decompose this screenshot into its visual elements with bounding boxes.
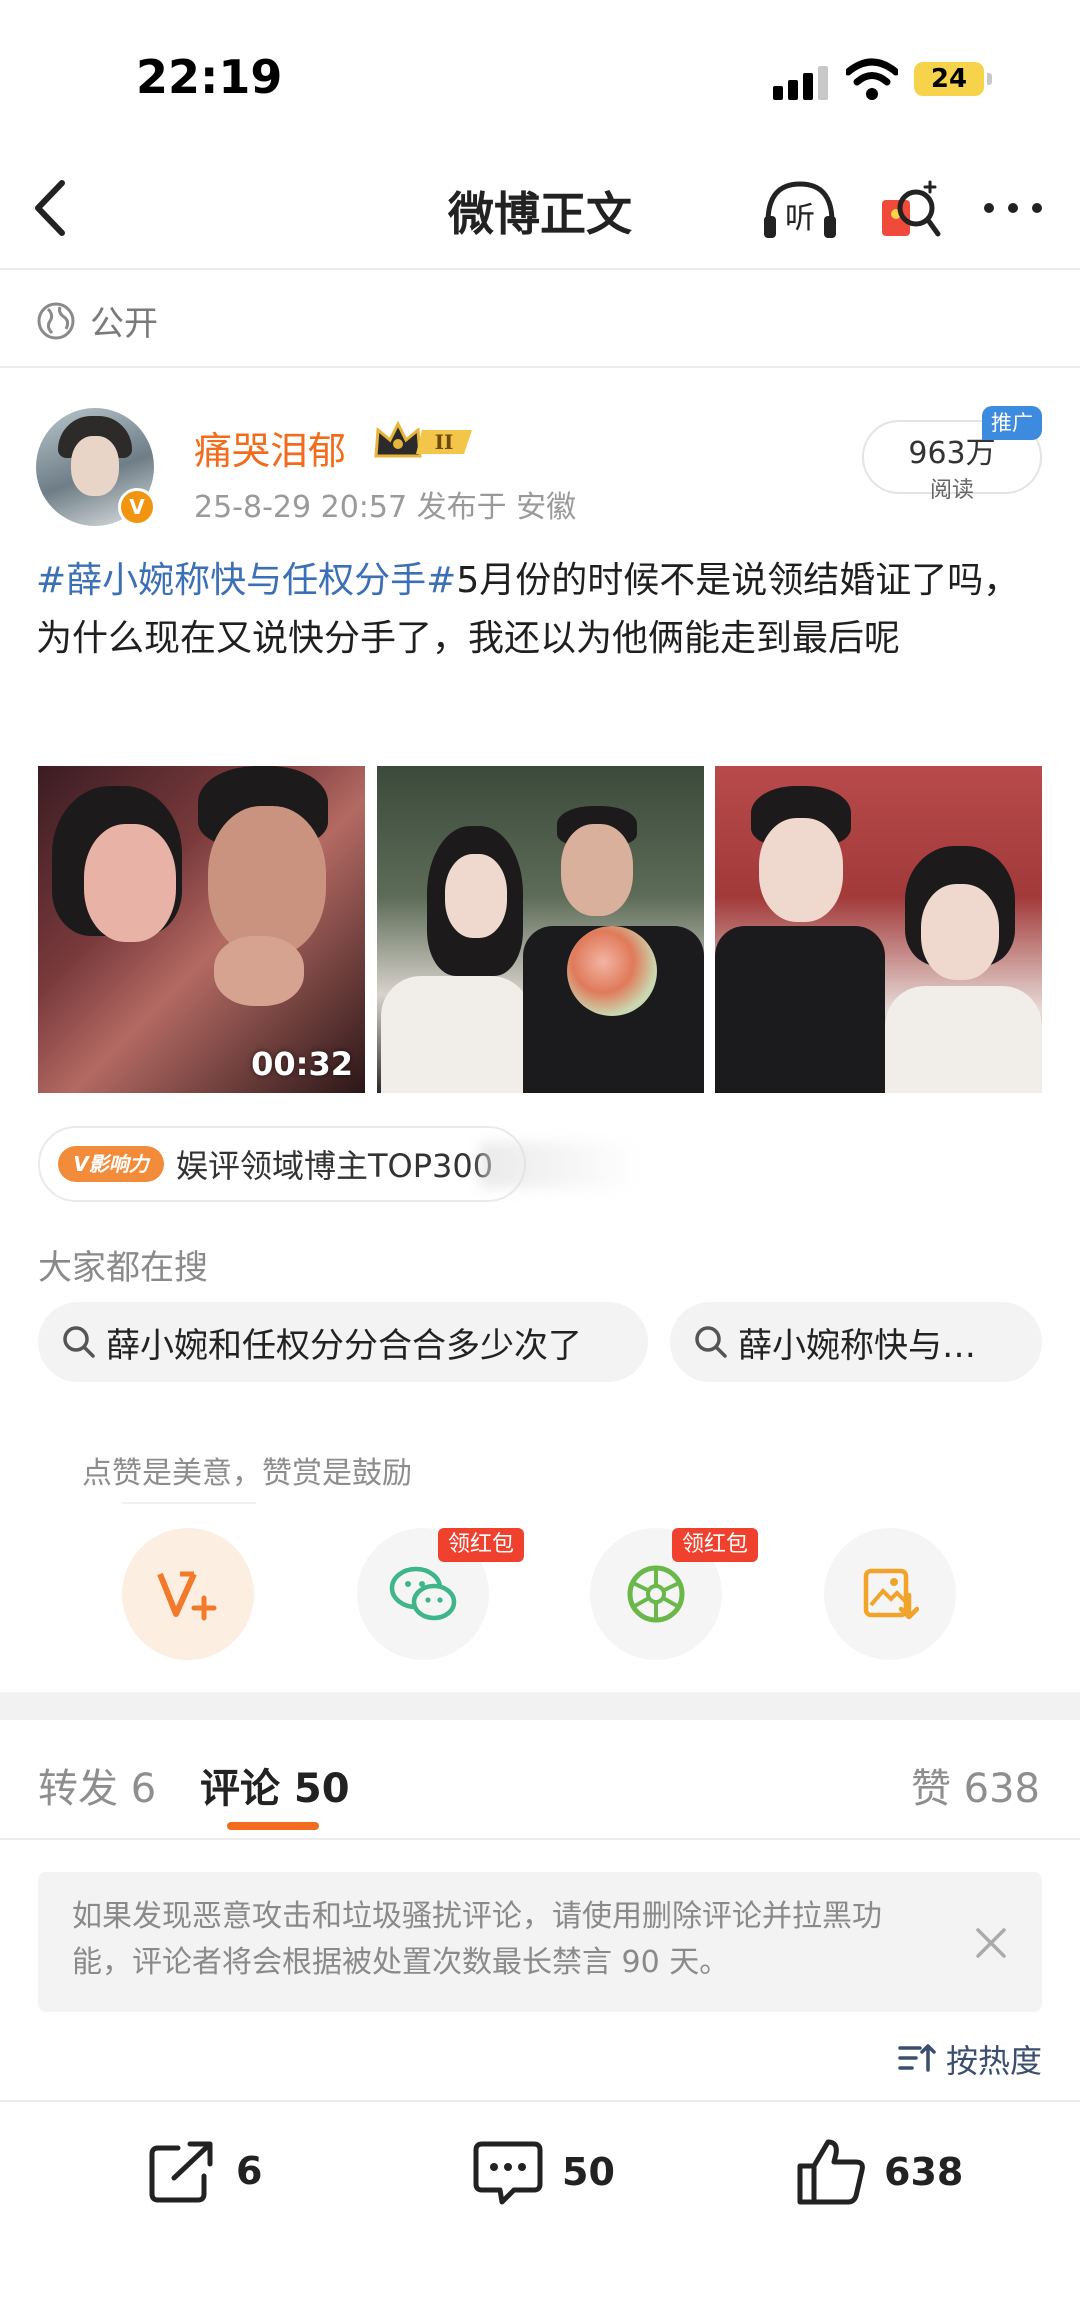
influence-pill[interactable]: V影响力 娱评领域博主TOP300 <box>38 1126 526 1202</box>
red-packet-search-icon[interactable] <box>878 178 942 242</box>
post-text: #薛小婉称快与任权分手#5月份的时候不是说领结婚证了吗，为什么现在又说快分手了，… <box>36 552 1046 668</box>
status-bar: 22:19 24 <box>0 0 1080 150</box>
search-chip-label: 薛小婉和任权分分合合多少次了 <box>106 1325 582 1366</box>
sort-button[interactable]: 按热度 <box>898 2036 1042 2082</box>
influence-badge: V影响力 <box>58 1146 164 1182</box>
page-title: 微博正文 <box>448 187 632 241</box>
visibility-divider <box>0 366 1080 368</box>
image-download-icon <box>863 1568 919 1620</box>
globe-icon <box>37 302 75 339</box>
reward-v-button[interactable] <box>122 1528 254 1660</box>
photo-thumbnail-3[interactable] <box>715 766 1042 1093</box>
post-meta: 25-8-29 20:57 发布于 安徽 <box>194 490 577 525</box>
repost-button[interactable]: 6 <box>148 2138 262 2204</box>
comment-bubble-icon <box>473 2141 543 2205</box>
battery-tip <box>987 73 992 85</box>
close-icon[interactable] <box>972 1924 1010 1962</box>
section-gap <box>0 1692 1080 1720</box>
comment-notice: 如果发现恶意攻击和垃圾骚扰评论，请使用删除评论并拉黑功能，评论者将会根据被处置次… <box>38 1872 1042 2012</box>
video-duration: 00:32 <box>251 1045 353 1083</box>
sort-label: 按热度 <box>945 2042 1042 2080</box>
thumbs-up-icon <box>797 2139 865 2205</box>
hashtag-link[interactable]: #薛小婉称快与任权分手# <box>36 560 456 601</box>
influence-text: 娱评领域博主TOP300 <box>176 1147 494 1185</box>
back-arrow-icon[interactable] <box>28 175 78 241</box>
search-chip-label: 薛小婉称快与… <box>738 1325 976 1366</box>
reward-hint: 点赞是美意，赞赏是鼓励 <box>82 1456 412 1491</box>
wifi-icon <box>846 58 898 100</box>
verified-badge-icon: V <box>118 488 156 526</box>
search-icon <box>63 1326 95 1358</box>
more-options-icon[interactable] <box>981 196 1045 220</box>
crown-level-text: II <box>435 430 454 454</box>
like-count: 638 <box>884 2150 964 2194</box>
sort-icon <box>898 2044 936 2072</box>
status-time: 22:19 <box>136 50 283 104</box>
tabs-divider <box>0 1838 1080 1840</box>
nav-divider <box>0 268 1080 270</box>
red-packet-tag: 领红包 <box>672 1528 759 1562</box>
active-tab-indicator <box>227 1822 319 1830</box>
search-icon <box>695 1326 727 1358</box>
tab-comments[interactable]: 评论 50 <box>200 1756 350 1814</box>
video-thumbnail[interactable]: 00:32 <box>38 766 365 1093</box>
visibility-row: 公开 <box>36 296 158 345</box>
moments-aperture-icon <box>627 1565 685 1623</box>
tab-likes[interactable]: 赞 638 <box>911 1756 1040 1814</box>
search-chip[interactable]: 薛小婉和任权分分合合多少次了 <box>38 1302 648 1382</box>
battery-indicator: 24 <box>914 62 984 96</box>
hint-underline <box>122 1502 256 1504</box>
crown-level-badge-icon: II <box>374 420 472 458</box>
author-name[interactable]: 痛哭泪郁 <box>194 420 346 475</box>
comment-count: 50 <box>562 2150 615 2194</box>
repost-count: 6 <box>236 2149 263 2193</box>
like-button[interactable]: 638 <box>796 2138 963 2206</box>
comment-button[interactable]: 50 <box>472 2138 615 2206</box>
promo-tag[interactable]: 推广 <box>982 406 1042 440</box>
trending-title: 大家都在搜 <box>38 1248 208 1288</box>
wechat-icon <box>389 1566 457 1621</box>
tab-reposts[interactable]: 转发 6 <box>38 1756 156 1814</box>
listen-headphones-icon[interactable]: 听 <box>760 178 840 240</box>
search-chip[interactable]: 薛小婉称快与… <box>670 1302 1042 1382</box>
blurred-region <box>480 1142 640 1188</box>
share-icon <box>149 2141 213 2203</box>
save-image-button[interactable] <box>824 1528 956 1660</box>
visibility-label: 公开 <box>90 304 158 344</box>
read-label: 阅读 <box>929 478 974 503</box>
cellular-signal-icon <box>773 66 829 100</box>
v-plus-icon <box>157 1571 217 1621</box>
red-packet-tag: 领红包 <box>438 1528 525 1562</box>
photo-thumbnail-2[interactable] <box>377 766 704 1093</box>
listen-label: 听 <box>785 201 815 236</box>
